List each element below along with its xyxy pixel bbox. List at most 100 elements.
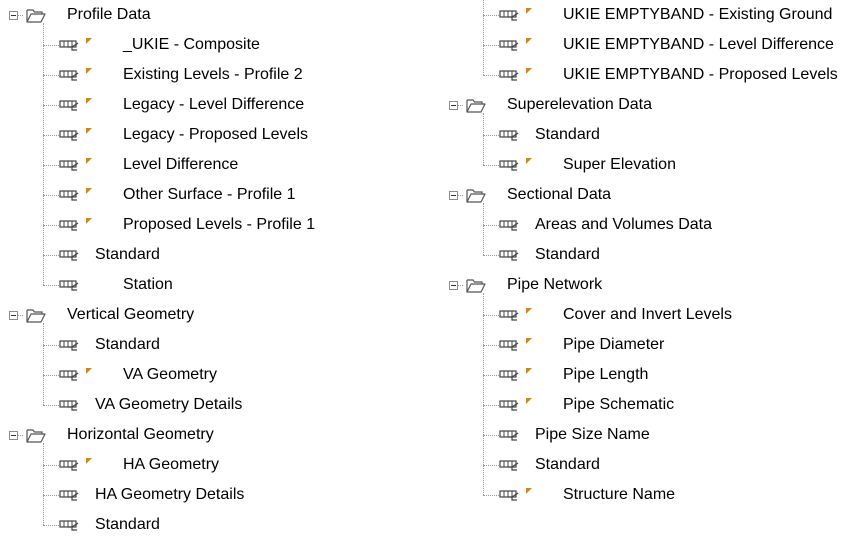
tree-style-node[interactable]: VA Geometry Details — [0, 390, 450, 420]
band-style-icon — [499, 128, 533, 144]
folder-open-icon — [466, 188, 486, 203]
tree-item-label: VA Geometry — [123, 366, 217, 383]
tree-connector-line — [43, 255, 59, 256]
band-style-icon — [499, 338, 533, 354]
tree-style-node[interactable]: HA Geometry — [0, 450, 450, 480]
tree-style-node[interactable]: Legacy - Proposed Levels — [0, 120, 450, 150]
tree-item-label: Station — [123, 276, 173, 293]
tree-connector-line — [458, 285, 463, 286]
tree-style-node[interactable]: Pipe Length — [440, 360, 852, 390]
tree-style-node[interactable]: UKIE EMPTYBAND - Existing Ground — [440, 0, 852, 30]
tree-connector-line — [483, 165, 499, 166]
tree-style-node[interactable]: _UKIE - Composite — [0, 30, 450, 60]
tree-item-label: Pipe Length — [563, 366, 649, 383]
modified-marker-icon — [526, 308, 532, 314]
tree-style-node[interactable]: Existing Levels - Profile 2 — [0, 60, 450, 90]
modified-marker-icon — [86, 68, 92, 74]
tree-style-node[interactable]: Standard — [440, 450, 852, 480]
tree-style-node[interactable]: Legacy - Level Difference — [0, 90, 450, 120]
collapse-icon[interactable] — [9, 311, 18, 320]
tree-item-label: UKIE EMPTYBAND - Proposed Levels — [563, 66, 838, 83]
tree-item-label: Pipe Size Name — [535, 426, 650, 443]
tree-connector-line — [483, 465, 499, 466]
tree-folder-label: Horizontal Geometry — [67, 426, 214, 443]
modified-marker-icon — [86, 368, 92, 374]
tree-connector-line — [43, 105, 59, 106]
tree-item-label: Other Surface - Profile 1 — [123, 186, 296, 203]
collapse-icon[interactable] — [449, 191, 458, 200]
tree-style-node[interactable]: UKIE EMPTYBAND - Level Difference — [440, 30, 852, 60]
tree-connector-line — [43, 495, 59, 496]
band-style-icon — [499, 428, 533, 444]
band-style-icon — [499, 458, 533, 474]
tree-style-node[interactable]: Standard — [0, 240, 450, 270]
tree-item-label: Areas and Volumes Data — [535, 216, 712, 233]
tree-item-label: Standard — [95, 246, 160, 263]
tree-folder-label: Superelevation Data — [507, 96, 652, 113]
tree-item-label: Level Difference — [123, 156, 239, 173]
tree-connector-line — [18, 315, 23, 316]
tree-style-node[interactable]: Proposed Levels - Profile 1 — [0, 210, 450, 240]
tree-style-node[interactable]: Other Surface - Profile 1 — [0, 180, 450, 210]
band-style-icon — [499, 158, 533, 174]
tree-connector-line — [43, 345, 59, 346]
tree-style-node[interactable]: Standard — [0, 510, 450, 540]
tree-connector-line — [483, 15, 499, 16]
collapse-icon[interactable] — [449, 281, 458, 290]
tree-folder-node[interactable]: Profile Data — [0, 0, 450, 30]
tree-style-node[interactable]: Level Difference — [0, 150, 450, 180]
modified-marker-icon — [86, 128, 92, 134]
tree-connector-line — [43, 45, 59, 46]
tree-connector-line — [43, 375, 59, 376]
tree-item-label: HA Geometry — [123, 456, 220, 473]
tree-connector-line — [483, 345, 499, 346]
tree-item-label: Standard — [535, 126, 600, 143]
tree-style-node[interactable]: VA Geometry — [0, 360, 450, 390]
tree-item-label: _UKIE - Composite — [123, 36, 260, 53]
tree-folder-node[interactable]: Pipe Network — [440, 270, 852, 300]
modified-marker-icon — [86, 458, 92, 464]
collapse-icon[interactable] — [9, 431, 18, 440]
collapse-icon[interactable] — [9, 11, 18, 20]
tree-folder-node[interactable]: Superelevation Data — [440, 90, 852, 120]
tree-folder-label: Sectional Data — [507, 186, 612, 203]
band-style-icon — [59, 248, 93, 264]
collapse-icon[interactable] — [449, 101, 458, 110]
band-style-icon — [499, 68, 533, 84]
tree-style-node[interactable]: Cover and Invert Levels — [440, 300, 852, 330]
tree-style-node[interactable]: Pipe Size Name — [440, 420, 852, 450]
band-style-icon — [59, 338, 93, 354]
tree-style-node[interactable]: Structure Name — [440, 480, 852, 510]
tree-style-node[interactable]: Pipe Schematic — [440, 390, 852, 420]
tree-connector-line — [483, 405, 499, 406]
tree-style-node[interactable]: UKIE EMPTYBAND - Proposed Levels — [440, 60, 852, 90]
band-style-icon — [59, 218, 93, 234]
tree-connector-line — [43, 195, 59, 196]
tree-style-node[interactable]: Standard — [440, 240, 852, 270]
tree-folder-node[interactable]: Sectional Data — [440, 180, 852, 210]
band-style-icon — [59, 398, 93, 414]
tree-connector-line — [18, 15, 23, 16]
tree-style-node[interactable]: Standard — [440, 120, 852, 150]
tree-connector-line — [483, 375, 499, 376]
band-style-icon — [59, 68, 93, 84]
modified-marker-icon — [526, 38, 532, 44]
band-style-icon — [499, 398, 533, 414]
tree-connector-line — [458, 195, 463, 196]
tree-connector-line — [483, 315, 499, 316]
modified-marker-icon — [526, 488, 532, 494]
tree-folder-node[interactable]: Horizontal Geometry — [0, 420, 450, 450]
tree-folder-label: Vertical Geometry — [67, 306, 195, 323]
tree-style-node[interactable]: Pipe Diameter — [440, 330, 852, 360]
tree-connector-line — [483, 45, 499, 46]
tree-item-label: Standard — [95, 336, 160, 353]
modified-marker-icon — [526, 68, 532, 74]
band-style-icon — [59, 188, 93, 204]
tree-style-node[interactable]: HA Geometry Details — [0, 480, 450, 510]
tree-item-label: Standard — [535, 456, 600, 473]
tree-style-node[interactable]: Super Elevation — [440, 150, 852, 180]
tree-folder-node[interactable]: Vertical Geometry — [0, 300, 450, 330]
tree-style-node[interactable]: Areas and Volumes Data — [440, 210, 852, 240]
tree-style-node[interactable]: Standard — [0, 330, 450, 360]
tree-style-node[interactable]: Station — [0, 270, 450, 300]
